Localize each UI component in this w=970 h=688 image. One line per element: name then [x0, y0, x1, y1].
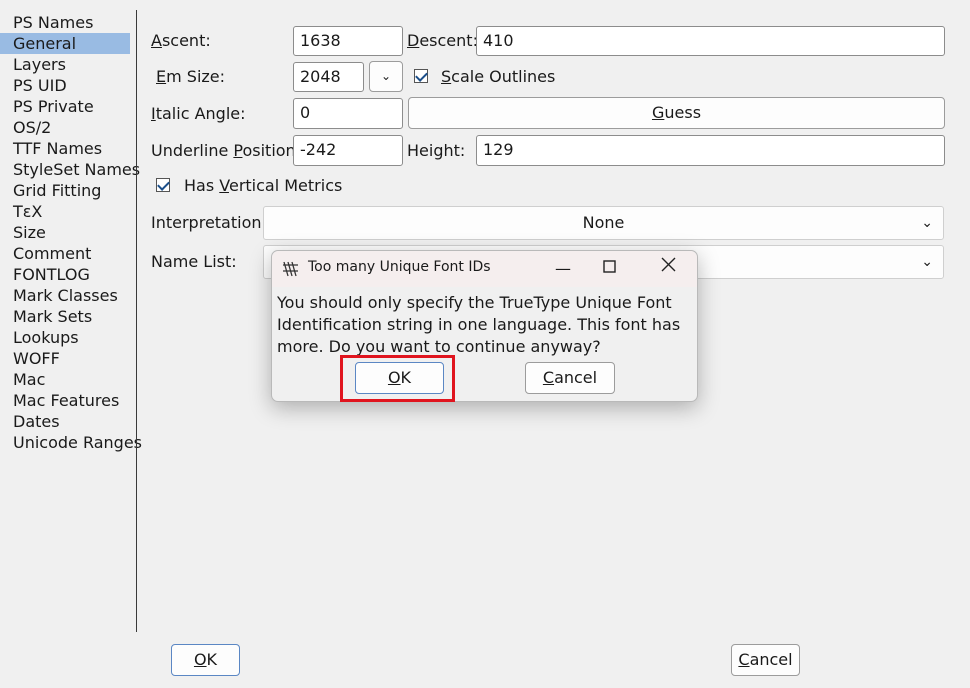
unique-font-id-dialog: Too many Unique Font IDs — You should on… [271, 250, 698, 402]
scale-outlines-label: Scale Outlines [441, 67, 556, 86]
ascent-label: Ascent: [151, 31, 211, 50]
sidebar-item-ps-uid[interactable]: PS UID [0, 75, 134, 96]
em-size-field[interactable]: 2048 [293, 62, 364, 92]
height-label: Height: [407, 141, 466, 160]
sidebar-item-mac-features[interactable]: Mac Features [0, 390, 134, 411]
em-size-label: Em Size: [156, 67, 226, 86]
sidebar-item-ps-names[interactable]: PS Names [0, 12, 134, 33]
sidebar-item-woff[interactable]: WOFF [0, 348, 134, 369]
name-list-label: Name List: [151, 252, 237, 271]
chevron-down-icon: ⌄ [380, 69, 392, 83]
sidebar-divider [136, 10, 137, 632]
sidebar-item-fontlog[interactable]: FONTLOG [0, 264, 134, 285]
vertical-metrics-label: Has Vertical Metrics [184, 176, 343, 195]
dialog-title: Too many Unique Font IDs [308, 259, 491, 275]
interpretation-dropdown[interactable]: None ⌄ [263, 206, 944, 240]
scale-outlines-checkbox[interactable] [414, 69, 428, 83]
italic-angle-label: Italic Angle: [151, 104, 246, 123]
sidebar-item-tex[interactable]: TεX [0, 201, 134, 222]
sidebar-item-mark-sets[interactable]: Mark Sets [0, 306, 134, 327]
interpretation-label: Interpretation: [151, 213, 267, 232]
sidebar-item-size[interactable]: Size [0, 222, 134, 243]
ascent-field[interactable]: 1638 [293, 26, 403, 56]
dialog-message: You should only specify the TrueType Uni… [277, 293, 681, 356]
sidebar-item-layers[interactable]: Layers [0, 54, 134, 75]
interpretation-value: None [582, 213, 625, 232]
maximize-icon[interactable] [599, 258, 619, 277]
dialog-title-bar[interactable]: Too many Unique Font IDs — [272, 251, 697, 287]
sidebar-item-styleset-names[interactable]: StyleSet Names [0, 159, 140, 180]
descent-label: Descent: [407, 31, 478, 50]
sidebar-item-lookups[interactable]: Lookups [0, 327, 134, 348]
dialog-cancel-button[interactable]: Cancel [525, 362, 615, 394]
underline-position-field[interactable]: -242 [293, 135, 403, 166]
em-size-dropdown-button[interactable]: ⌄ [369, 61, 403, 92]
app-icon [283, 261, 298, 277]
cancel-button[interactable]: Cancel [731, 644, 800, 676]
minimize-icon[interactable]: — [553, 259, 573, 278]
height-field[interactable]: 129 [476, 135, 945, 166]
sidebar-item-mark-classes[interactable]: Mark Classes [0, 285, 134, 306]
italic-angle-field[interactable]: 0 [293, 98, 403, 129]
descent-field[interactable]: 410 [476, 26, 945, 56]
sidebar-item-os2[interactable]: OS/2 [0, 117, 134, 138]
guess-button[interactable]: Guess [408, 97, 945, 129]
ok-button[interactable]: OK [171, 644, 240, 676]
sidebar-item-dates[interactable]: Dates [0, 411, 134, 432]
sidebar-item-comment[interactable]: Comment [0, 243, 134, 264]
vertical-metrics-checkbox[interactable] [156, 178, 170, 192]
sidebar-item-ttf-names[interactable]: TTF Names [0, 138, 134, 159]
sidebar: PS Names General Layers PS UID PS Privat… [0, 12, 142, 453]
sidebar-item-ps-private[interactable]: PS Private [0, 96, 134, 117]
chevron-down-icon: ⌄ [921, 254, 933, 270]
chevron-down-icon: ⌄ [921, 215, 933, 231]
ok-highlight-box [340, 355, 455, 402]
sidebar-item-general[interactable]: General [0, 33, 130, 54]
underline-position-label: Underline Position: [151, 141, 302, 160]
close-icon[interactable] [658, 257, 678, 276]
sidebar-item-unicode-ranges[interactable]: Unicode Ranges [0, 432, 142, 453]
sidebar-item-mac[interactable]: Mac [0, 369, 134, 390]
sidebar-item-grid-fitting[interactable]: Grid Fitting [0, 180, 134, 201]
